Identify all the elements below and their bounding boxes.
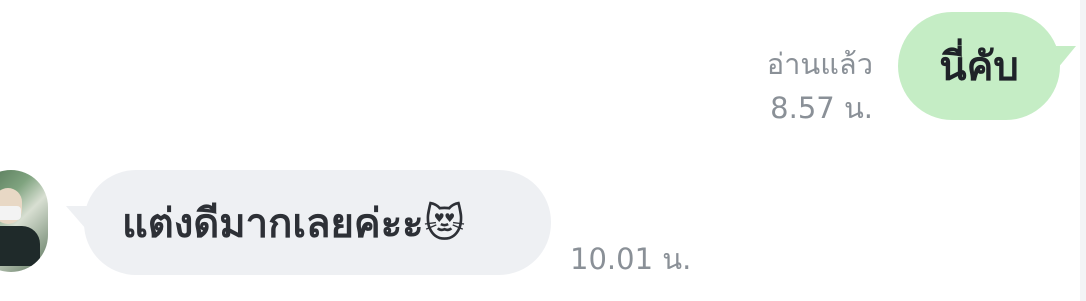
avatar-mask [0,206,21,220]
read-status: อ่านแล้ว [766,47,873,81]
contact-avatar[interactable] [0,170,48,272]
outgoing-message-time: 8.57 น. [770,91,873,125]
incoming-message-text: แต่งดีมากเลยค่ะะ😻 [122,200,466,247]
outgoing-message-bubble[interactable]: นี่คับ [898,12,1060,120]
right-edge-divider [1080,0,1086,301]
incoming-message-time: 10.01 น. [570,242,692,276]
avatar-shirt [0,226,40,266]
outgoing-message-meta: อ่านแล้ว 8.57 น. [733,42,873,130]
incoming-message-bubble[interactable]: แต่งดีมากเลยค่ะะ😻 [84,170,551,275]
outgoing-message-text: นี่คับ [939,44,1019,90]
